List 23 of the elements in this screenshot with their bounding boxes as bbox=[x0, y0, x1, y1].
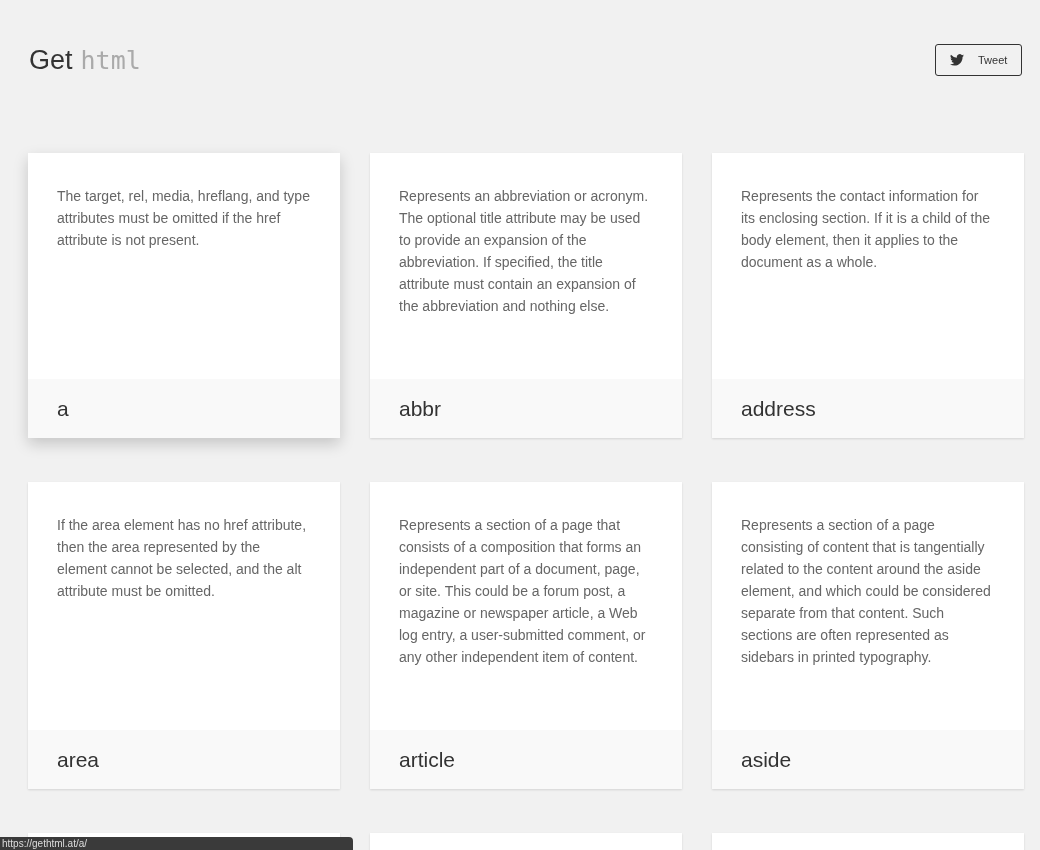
tag-description: Represents an abbreviation or acronym. The optional title attribute may be used to provide an expansion of the abbreviation. If specified, the title attribute must contain an expansion of the abbreviation and nothing else. bbox=[398, 187, 650, 316]
tag-description: The target, rel, media, hreflang, and type attributes must be omitted if the href attribute is not present. bbox=[56, 187, 311, 250]
tag-card[interactable]: If the area element has no href attribute, then the area represented by the element cannot be selected, and the alt attribute must be omitted. area bbox=[28, 482, 340, 789]
tag-name: article bbox=[399, 747, 456, 772]
tweet-button[interactable]: Tweet bbox=[935, 44, 1022, 76]
tag-card[interactable] bbox=[370, 153, 682, 438]
tag-card[interactable]: The target, rel, media, hreflang, and type attributes must be omitted if the href attribute is not present. a bbox=[28, 153, 340, 438]
tag-card[interactable] bbox=[712, 482, 1024, 789]
tag-description: Represents the contact information for its enclosing section. If it is a child of the body element, then it applies to the document as a whole. bbox=[740, 187, 991, 272]
tag-name: aside bbox=[741, 747, 792, 772]
tag-name: abbr bbox=[399, 396, 442, 421]
tag-description: Represents a section of a page consisting of content that is tangentially related to the content around the aside element, and which could be considered separate from that content. Such sections are often represented as sidebars in printed typography. bbox=[740, 516, 992, 667]
link-preview-tooltip: https://gethtml.at/a/ bbox=[0, 837, 353, 850]
tag-description: If the area element has no href attribute, then the area represented by the element cannot be selected, and the alt attribute must be omitted. bbox=[56, 516, 308, 601]
site-title: Get bbox=[29, 44, 73, 76]
tag-card[interactable] bbox=[370, 482, 682, 789]
tag-name: a bbox=[57, 396, 69, 421]
tag-description: Represents a section of a page that consists of a composition that forms an independent part of a document, page, or site. This could be a forum post, a magazine or newspaper article, a Web log entry, a user-submitted comment, or any other independent item of content. bbox=[398, 516, 647, 667]
tag-name: address bbox=[741, 396, 816, 421]
tag-name: area bbox=[57, 747, 100, 772]
bird-icon bbox=[950, 54, 964, 66]
tag-card[interactable]: Represents the contact information for its enclosing section. If it is a child of the body element, then it applies to the document as a whole. address bbox=[712, 153, 1024, 438]
site-title-code: html bbox=[80, 45, 141, 75]
